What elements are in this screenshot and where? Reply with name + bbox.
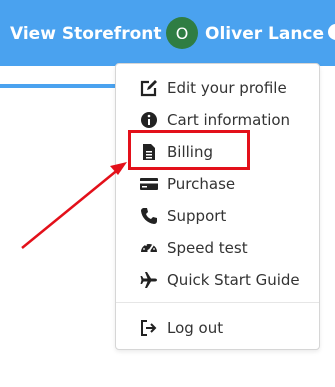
annotation-highlight-box [128,130,250,170]
navbar-accent-strip [0,84,115,88]
menu-item-support[interactable]: Support [116,200,319,232]
avatar-initial: O [175,23,189,43]
edit-icon [140,79,158,97]
menu-item-edit-profile[interactable]: Edit your profile [116,72,319,104]
speedometer-icon [140,239,158,257]
phone-icon [140,207,158,225]
user-dropdown-menu: Edit your profile Cart information Billi… [115,63,320,350]
menu-item-label: Support [167,207,227,225]
avatar[interactable]: O [166,17,198,49]
menu-item-label: Quick Start Guide [167,271,300,289]
user-name: Oliver Lance [205,24,325,44]
menu-divider [116,302,319,303]
menu-item-label: Speed test [167,239,248,257]
view-storefront-link[interactable]: View Storefront [10,23,185,45]
menu-item-log-out[interactable]: Log out [116,312,319,344]
plane-icon [140,271,158,289]
menu-item-quick-start-guide[interactable]: Quick Start Guide [116,264,319,296]
credit-card-icon [140,175,158,193]
info-icon [140,111,158,129]
menu-item-purchase[interactable]: Purchase [116,168,319,200]
screenshot-stage: View Storefront O Oliver Lance Edit your… [0,0,335,387]
menu-item-label: Log out [167,319,224,337]
menu-item-label: Edit your profile [167,79,287,97]
user-menu-toggle[interactable]: Oliver Lance [205,23,335,45]
view-storefront-label: View Storefront [10,24,162,44]
menu-item-label: Cart information [167,111,291,129]
sign-out-icon [140,319,158,337]
menu-item-label: Purchase [167,175,236,193]
menu-item-speed-test[interactable]: Speed test [116,232,319,264]
